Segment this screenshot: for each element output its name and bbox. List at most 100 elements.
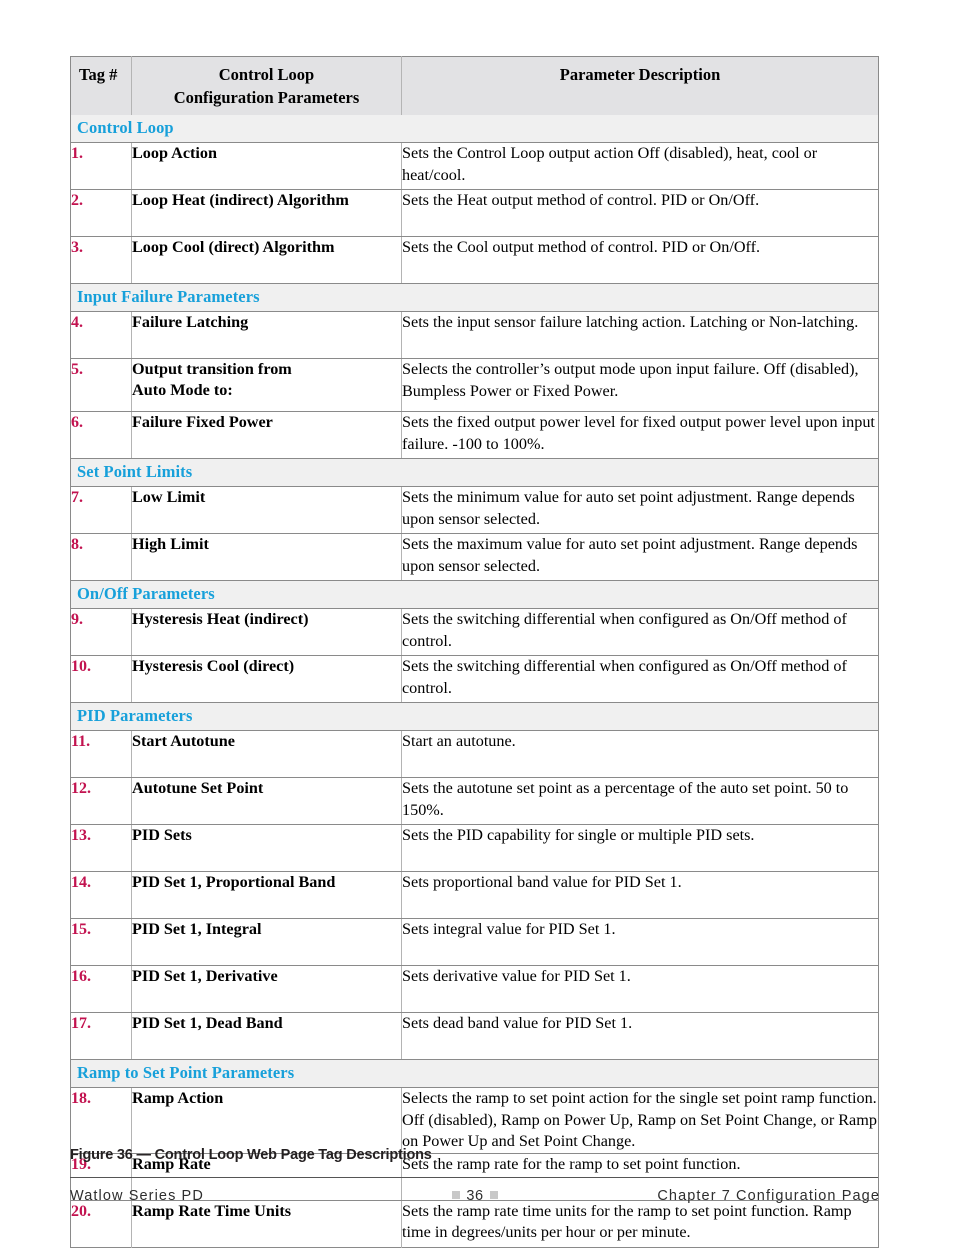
section-header-label: Set Point Limits	[77, 462, 193, 481]
row-parameter-line1: Loop Action	[132, 144, 217, 162]
row-tag-number: 5.	[70, 358, 132, 412]
column-header-parameter: Control Loop Configuration Parameters	[131, 56, 402, 115]
row-tag-number: 9.	[70, 608, 132, 656]
row-parameter-description: Sets derivative value for PID Set 1.	[401, 965, 879, 1013]
row-tag-number: 8.	[70, 533, 132, 581]
row-parameter-line1: Low Limit	[132, 488, 206, 506]
row-parameter-name: PID Set 1, Proportional Band	[131, 871, 402, 919]
column-header-parameter-line2: Configuration Parameters	[173, 88, 360, 107]
section-header-row: Set Point Limits	[70, 458, 879, 487]
table-row: 14. PID Set 1, Proportional Band Sets prop…	[70, 871, 879, 919]
row-parameter-name: PID Set 1, Dead Band	[131, 1012, 402, 1060]
table-row: 18. Ramp Action Selects the ramp to set po…	[70, 1087, 879, 1154]
row-tag-number: 16.	[70, 965, 132, 1013]
row-parameter-line1: Loop Heat (indirect) Algorithm	[132, 191, 349, 209]
row-tag-number: 15.	[70, 918, 132, 966]
row-parameter-line1: Failure Latching	[132, 313, 249, 331]
row-parameter-name: PID Set 1, Integral	[131, 918, 402, 966]
row-parameter-line1: Start Autotune	[132, 732, 235, 750]
table-row: 5. Output transition from Auto Mode to: Sel…	[70, 358, 879, 412]
table-row: 17. PID Set 1, Dead Band Sets dead band va…	[70, 1012, 879, 1060]
row-parameter-description: Sets dead band value for PID Set 1.	[401, 1012, 879, 1060]
footer-chapter-name: Chapter 7 Configuration Page	[657, 1188, 880, 1204]
row-parameter-name: High Limit	[131, 533, 402, 581]
row-tag-number: 6.	[70, 411, 132, 459]
row-parameter-description: Sets the fixed output power level for fi…	[401, 411, 879, 459]
table-row: 4. Failure Latching Sets the input sensor …	[70, 311, 879, 359]
table-row: 10. Hysteresis Cool (direct) Sets the swit…	[70, 655, 879, 703]
row-parameter-description: Start an autotune.	[401, 730, 879, 778]
section-header-row: PID Parameters	[70, 702, 879, 731]
row-tag-number: 13.	[70, 824, 132, 872]
row-tag-number: 12.	[70, 777, 132, 825]
row-parameter-name: Loop Action	[131, 142, 402, 190]
table-row: 11. Start Autotune Start an autotune.	[70, 730, 879, 778]
table-row: 7. Low Limit Sets the minimum value for au…	[70, 486, 879, 534]
row-parameter-name: Loop Cool (direct) Algorithm	[131, 236, 402, 284]
table-row: 15. PID Set 1, Integral Sets integral valu…	[70, 918, 879, 966]
row-parameter-line1: Hysteresis Heat (indirect)	[132, 610, 309, 628]
row-parameter-name: PID Set 1, Derivative	[131, 965, 402, 1013]
table-row: 3. Loop Cool (direct) Algorithm Sets the C…	[70, 236, 879, 284]
square-right-icon	[489, 1191, 498, 1199]
row-tag-number: 10.	[70, 655, 132, 703]
row-parameter-name: Ramp Action	[131, 1087, 402, 1154]
row-parameter-name: PID Sets	[131, 824, 402, 872]
column-header-parameter-line1: Control Loop	[218, 65, 315, 84]
row-parameter-description: Selects the ramp to set point action for…	[401, 1087, 879, 1154]
row-parameter-description: Sets the maximum value for auto set poin…	[401, 533, 879, 581]
row-parameter-description: Sets the Control Loop output action Off …	[401, 142, 879, 190]
section-header-label: On/Off Parameters	[77, 584, 215, 603]
row-tag-number: 3.	[70, 236, 132, 284]
footer-page-number: 36	[466, 1188, 484, 1204]
row-parameter-line1: PID Set 1, Derivative	[132, 967, 278, 985]
section-header-cell: On/Off Parameters	[70, 580, 879, 609]
table-row: 8. High Limit Sets the maximum value for a…	[70, 533, 879, 581]
table-header-row: Tag # Control Loop Configuration Paramet…	[70, 56, 879, 115]
row-parameter-line1: Output transition from	[132, 360, 292, 378]
figure-caption: Figure 36 — Control Loop Web Page Tag De…	[70, 1147, 432, 1163]
row-parameter-name: Autotune Set Point	[131, 777, 402, 825]
row-parameter-line1: PID Sets	[132, 826, 192, 844]
row-tag-number: 1.	[70, 142, 132, 190]
row-parameter-line1: PID Set 1, Integral	[132, 920, 262, 938]
row-parameter-description: Sets the minimum value for auto set poin…	[401, 486, 879, 534]
row-parameter-description: Sets integral value for PID Set 1.	[401, 918, 879, 966]
row-parameter-description: Sets proportional band value for PID Set…	[401, 871, 879, 919]
row-parameter-name: Start Autotune	[131, 730, 402, 778]
table-row: 16. PID Set 1, Derivative Sets derivative …	[70, 965, 879, 1013]
row-tag-number: 17.	[70, 1012, 132, 1060]
row-tag-number: 4.	[70, 311, 132, 359]
table-row: 6. Failure Fixed Power Sets the fixed outp…	[70, 411, 879, 459]
row-parameter-description: Sets the PID capability for single or mu…	[401, 824, 879, 872]
row-parameter-name: Failure Fixed Power	[131, 411, 402, 459]
section-header-label: PID Parameters	[77, 706, 193, 725]
row-tag-number: 2.	[70, 189, 132, 237]
row-parameter-description: Sets the autotune set point as a percent…	[401, 777, 879, 825]
row-parameter-line1: PID Set 1, Dead Band	[132, 1014, 283, 1032]
row-parameter-name: Hysteresis Heat (indirect)	[131, 608, 402, 656]
footer-divider	[70, 1177, 878, 1178]
page-footer: Watlow Series PD 36 Chapter 7 Configurat…	[70, 1188, 880, 1210]
row-parameter-line1: High Limit	[132, 535, 209, 553]
section-header-cell: Ramp to Set Point Parameters	[70, 1059, 879, 1088]
row-parameter-line1: PID Set 1, Proportional Band	[132, 873, 336, 891]
row-parameter-line2: Auto Mode to:	[132, 381, 233, 399]
section-header-cell: PID Parameters	[70, 702, 879, 731]
table-row: 9. Hysteresis Heat (indirect) Sets the swi…	[70, 608, 879, 656]
column-header-tag: Tag #	[70, 56, 132, 115]
table-head: Tag # Control Loop Configuration Paramet…	[70, 56, 879, 115]
row-parameter-name: Failure Latching	[131, 311, 402, 359]
row-tag-number: 7.	[70, 486, 132, 534]
row-parameter-description: Sets the switching differential when con…	[401, 655, 879, 703]
section-header-cell: Control Loop	[70, 115, 879, 143]
row-parameter-line1: Ramp Action	[132, 1089, 224, 1107]
table-row: 13. PID Sets Sets the PID capability for s…	[70, 824, 879, 872]
square-left-icon	[452, 1191, 461, 1199]
row-parameter-description: Selects the controller’s output mode upo…	[401, 358, 879, 412]
row-parameter-line1: Hysteresis Cool (direct)	[132, 657, 295, 675]
tag-descriptions-table: Tag # Control Loop Configuration Paramet…	[70, 56, 879, 1248]
document-page: Tag # Control Loop Configuration Paramet…	[0, 0, 954, 1248]
section-header-row: Ramp to Set Point Parameters	[70, 1059, 879, 1088]
section-header-label: Control Loop	[77, 118, 174, 137]
